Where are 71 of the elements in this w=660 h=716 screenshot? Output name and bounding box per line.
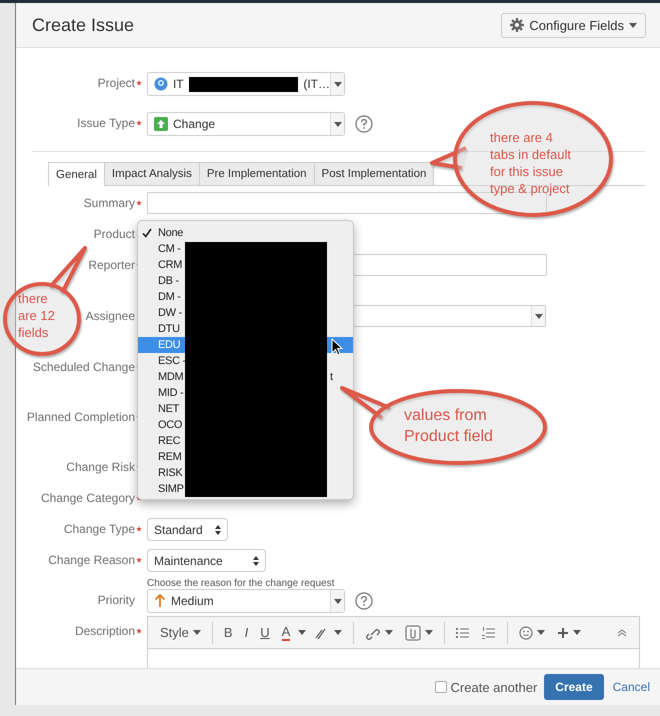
configure-fields-button[interactable]: Configure Fields bbox=[501, 12, 646, 38]
field-label: Summary bbox=[84, 196, 135, 210]
emoji-icon bbox=[519, 626, 534, 640]
field-label: Scheduled Change bbox=[32, 360, 135, 374]
field-label: Planned Completion bbox=[26, 410, 135, 424]
field-label: Reporter bbox=[88, 258, 135, 272]
select-field[interactable]: Change bbox=[147, 112, 345, 136]
callout-text: there are 4 tabs in default for this issue type & project bbox=[490, 130, 571, 198]
help-icon[interactable] bbox=[355, 115, 373, 133]
text-color-button[interactable]: A bbox=[278, 620, 294, 644]
field-label: Project bbox=[98, 76, 135, 90]
select-field[interactable]: Standard bbox=[147, 518, 228, 541]
style-dropdown[interactable]: Style bbox=[156, 620, 205, 644]
select-value: (IT… bbox=[303, 77, 330, 91]
dialog-title: Create Issue bbox=[32, 14, 134, 36]
caret-icon bbox=[629, 22, 637, 28]
attachment-icon bbox=[405, 624, 422, 640]
field-label: Issue Type bbox=[77, 116, 135, 130]
field-label: Change Category bbox=[40, 491, 135, 505]
caret-icon bbox=[534, 314, 542, 318]
up-arrow-icon bbox=[154, 117, 168, 131]
field-hint: Choose the reason for the change request bbox=[147, 578, 334, 589]
globe-icon bbox=[154, 77, 168, 91]
caret-icon bbox=[334, 82, 342, 86]
caret-icon bbox=[573, 630, 582, 635]
insert-icon bbox=[557, 626, 570, 638]
help-icon[interactable] bbox=[355, 592, 373, 610]
cursor-icon bbox=[331, 338, 343, 356]
tab[interactable]: Pre Implementation bbox=[198, 162, 315, 185]
bullet-list-icon bbox=[456, 626, 470, 638]
cancel-link[interactable]: Cancel bbox=[612, 680, 650, 694]
select-field[interactable]: Medium bbox=[147, 589, 345, 613]
field-label: Change Reason bbox=[48, 553, 135, 567]
tab[interactable]: General bbox=[48, 162, 105, 186]
checkbox-label: Create another bbox=[450, 680, 538, 694]
field-label: Product bbox=[94, 227, 135, 241]
caret-icon bbox=[385, 630, 394, 635]
field-label: Priority bbox=[98, 593, 135, 607]
caret-icon bbox=[334, 630, 342, 635]
caret-icon bbox=[537, 630, 546, 635]
select-value: Medium bbox=[171, 594, 214, 608]
caret-icon bbox=[192, 630, 201, 635]
stepper-icon bbox=[214, 524, 221, 536]
tab[interactable]: Post Implementation bbox=[314, 162, 434, 185]
field-label: Description bbox=[74, 624, 135, 638]
checkbox[interactable] bbox=[434, 681, 447, 693]
numbered-list-icon bbox=[482, 626, 496, 638]
select-value: Change bbox=[173, 117, 216, 131]
create-button[interactable]: Create bbox=[544, 674, 604, 700]
menu-item[interactable]: None bbox=[138, 225, 353, 241]
select-field[interactable]: IT (IT… bbox=[147, 72, 345, 96]
select-value: IT bbox=[172, 77, 184, 91]
caret-icon bbox=[298, 630, 306, 635]
collapse-icon bbox=[617, 628, 627, 636]
field-label: Change Risk bbox=[66, 460, 135, 474]
caret-icon bbox=[334, 122, 342, 126]
up-arrow-icon bbox=[154, 594, 166, 608]
caret-icon bbox=[425, 630, 434, 635]
italic-button[interactable]: I bbox=[240, 620, 252, 644]
field-label: Assignee bbox=[86, 309, 135, 323]
callout-text: values from Product field bbox=[404, 406, 493, 447]
tab[interactable]: Impact Analysis bbox=[104, 162, 200, 185]
menu-item-text: t bbox=[330, 371, 333, 383]
bold-button[interactable]: B bbox=[220, 620, 237, 644]
gear-icon bbox=[510, 18, 524, 32]
callout-text: there are 12 fields bbox=[18, 291, 55, 342]
stepper-icon bbox=[252, 554, 259, 566]
caret-icon bbox=[334, 598, 342, 604]
select-field[interactable]: Maintenance bbox=[147, 549, 266, 572]
underline-button[interactable]: U bbox=[256, 620, 274, 644]
field-label: Change Type bbox=[64, 522, 135, 536]
